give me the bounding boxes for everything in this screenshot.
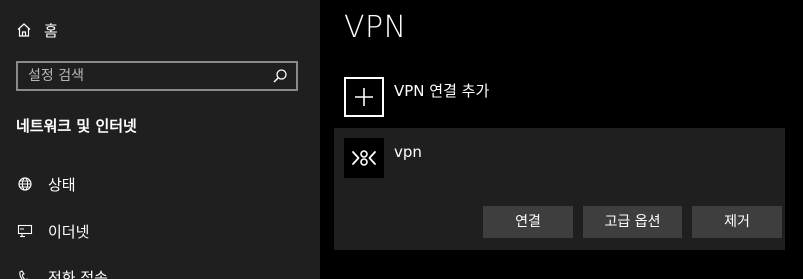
home-label: 홈	[44, 21, 58, 40]
home-icon	[16, 22, 32, 38]
main-content: VPN VPN 연결 추가 vpn 연결 고급 옵션 제거	[320, 0, 803, 279]
sidebar: 홈 네트워크 및 인터넷 상태	[0, 0, 320, 279]
dial-up-icon	[16, 268, 34, 279]
sidebar-item-label: 상태	[48, 175, 76, 194]
sidebar-item-status[interactable]: 상태	[16, 173, 76, 195]
add-vpn-label: VPN 연결 추가	[394, 82, 490, 100]
plus-icon	[354, 87, 374, 107]
page-title: VPN	[344, 10, 407, 45]
sidebar-item-label: 전화 접속	[48, 268, 108, 279]
sidebar-item-dial-up[interactable]: 전화 접속	[16, 266, 108, 279]
search-icon[interactable]	[270, 66, 290, 86]
section-title: 네트워크 및 인터넷	[16, 117, 137, 135]
sidebar-item-label: 이더넷	[48, 222, 90, 241]
remove-button[interactable]: 제거	[692, 206, 782, 238]
add-button[interactable]	[344, 77, 384, 117]
sidebar-item-ethernet[interactable]: 이더넷	[16, 220, 89, 242]
vpn-logo-icon	[344, 138, 384, 178]
globe-icon	[16, 175, 34, 193]
add-vpn-connection[interactable]: VPN 연결 추가	[344, 77, 489, 117]
vpn-connection-card[interactable]: vpn 연결 고급 옵션 제거	[334, 128, 785, 250]
search-input[interactable]	[18, 68, 270, 84]
advanced-options-button[interactable]: 고급 옵션	[583, 206, 682, 238]
vpn-connection-name: vpn	[394, 143, 422, 161]
settings-search[interactable]	[16, 61, 298, 91]
ethernet-icon	[16, 222, 34, 240]
connect-button[interactable]: 연결	[483, 206, 573, 238]
home-nav[interactable]: 홈	[16, 19, 58, 41]
